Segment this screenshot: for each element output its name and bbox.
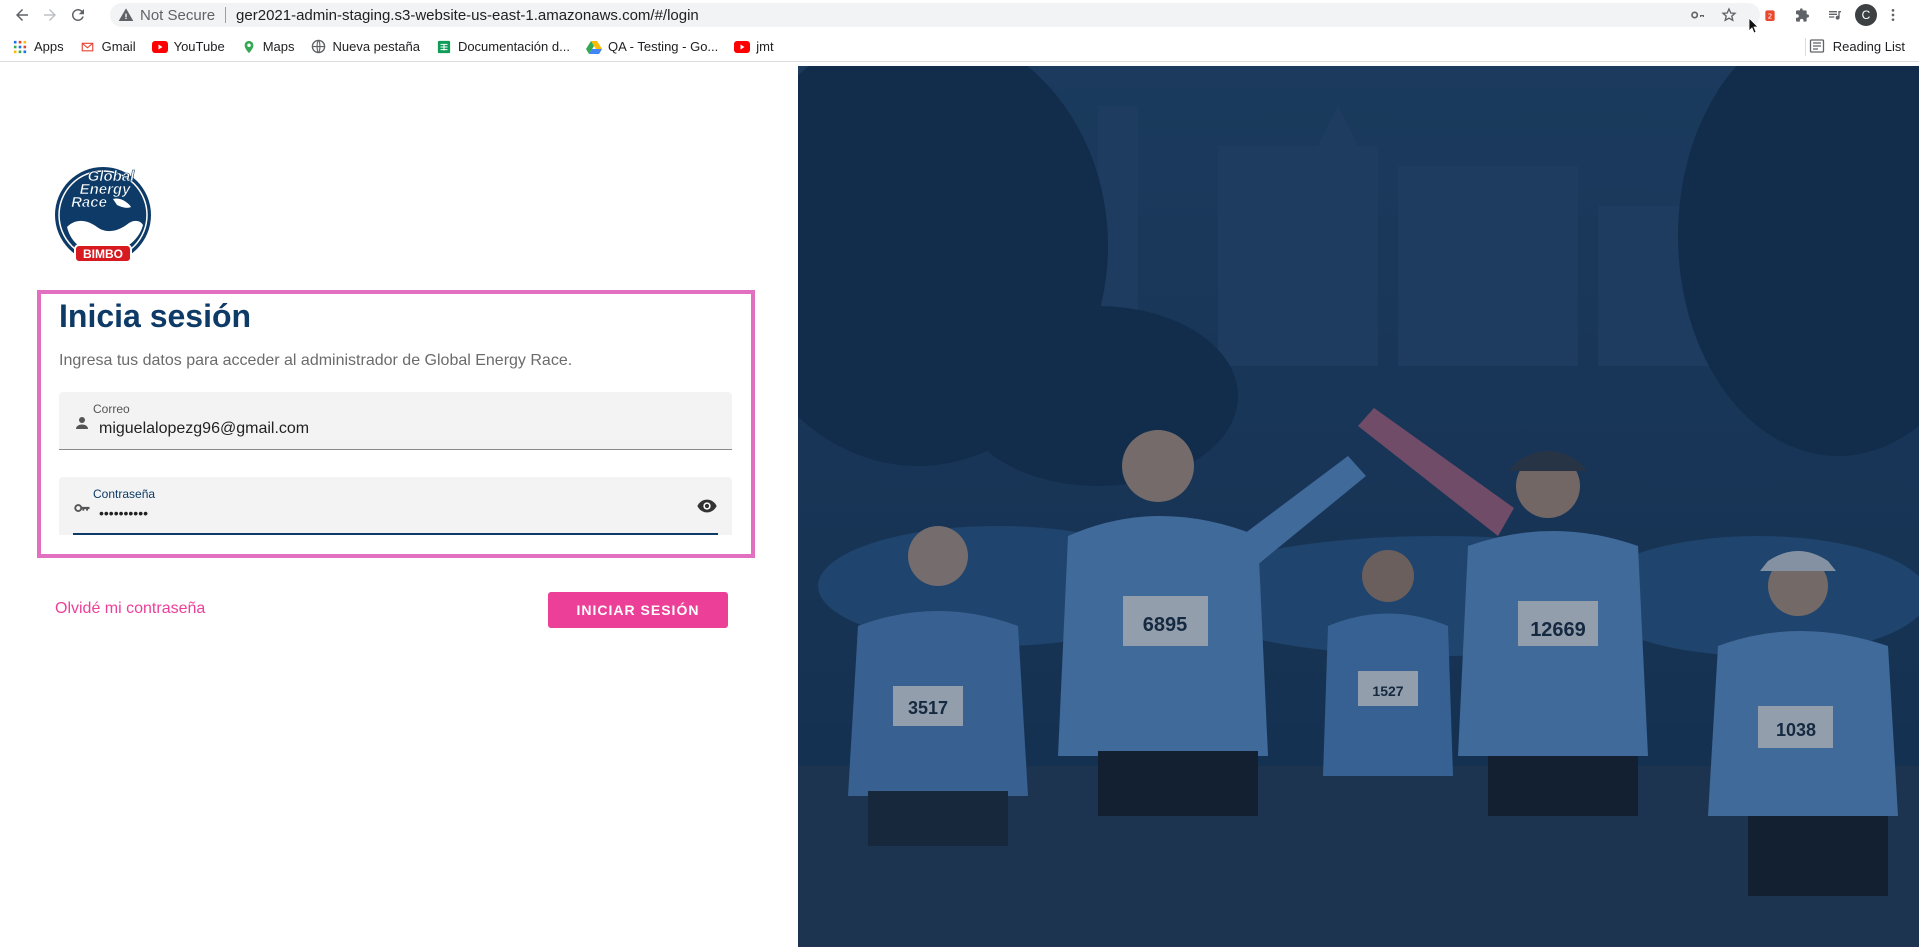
- security-label[interactable]: Not Secure: [140, 7, 215, 24]
- password-label: Contraseña: [93, 487, 156, 501]
- bookmark-apps[interactable]: Apps: [12, 39, 64, 55]
- global-energy-race-logo: Global Energy Race BIMBO: [55, 167, 151, 263]
- media-control-button[interactable]: [1824, 4, 1846, 26]
- person-icon: [76, 417, 88, 429]
- puzzle-icon: [1796, 8, 1809, 22]
- bookmark-label: jmt: [756, 39, 774, 54]
- reading-list-button[interactable]: Reading List: [1809, 38, 1905, 54]
- email-label: Correo: [93, 402, 130, 416]
- extension-button[interactable]: 2: [1759, 4, 1781, 26]
- password-field[interactable]: Contraseña ••••••••••: [59, 477, 732, 535]
- profile-avatar[interactable]: C: [1855, 4, 1877, 26]
- more-vert-icon: [1891, 9, 1895, 21]
- forward-button[interactable]: [36, 1, 64, 29]
- reload-icon: [71, 8, 84, 21]
- maps-pin-icon: [241, 39, 257, 55]
- sheets-icon: [436, 39, 452, 55]
- youtube-icon: [734, 39, 751, 55]
- page-viewport: Global Energy Race BIMBO Inicia sesión I…: [0, 66, 1919, 947]
- warning-triangle-icon: [118, 8, 134, 21]
- bookmark-label: Gmail: [101, 39, 136, 54]
- extension-badge-icon: 2: [1765, 10, 1775, 21]
- url-text[interactable]: ger2021-admin-staging.s3-website-us-east…: [236, 7, 699, 24]
- omnibox-divider: [225, 7, 227, 23]
- playlist-icon: [1829, 11, 1841, 20]
- back-button[interactable]: [8, 1, 36, 29]
- bookmark-gmail[interactable]: Gmail: [80, 39, 136, 55]
- youtube-icon: [151, 39, 168, 55]
- gmail-icon: [80, 39, 96, 55]
- show-password-eye-icon[interactable]: [696, 495, 718, 517]
- bookmark-label: YouTube: [173, 39, 225, 54]
- logo-text: Race: [71, 194, 107, 211]
- star-icon: [1721, 7, 1737, 22]
- reading-list-icon: [1809, 39, 1824, 53]
- login-submit-button[interactable]: INICIAR SESIÓN: [548, 592, 728, 628]
- bookmarks-divider: [1805, 38, 1806, 56]
- extensions-menu-button[interactable]: [1791, 4, 1813, 26]
- login-panel: Global Energy Race BIMBO Inicia sesión I…: [0, 66, 798, 947]
- drive-icon: [585, 39, 602, 55]
- login-form-highlight: Inicia sesión Ingresa tus datos para acc…: [37, 290, 755, 558]
- bookmark-label: QA - Testing - Go...: [607, 39, 719, 54]
- bookmark-label: Documentación d...: [457, 39, 570, 54]
- reading-list-label: Reading List: [1832, 38, 1905, 54]
- bookmark-nueva-pestana[interactable]: Nueva pestaña: [310, 39, 420, 55]
- bookmark-label: Nueva pestaña: [332, 39, 420, 54]
- bookmark-label: Maps: [262, 39, 295, 54]
- bookmark-star-button[interactable]: [1718, 4, 1740, 26]
- key-icon: [74, 504, 90, 512]
- address-bar[interactable]: Not Secure ger2021-admin-staging.s3-webs…: [110, 3, 1760, 27]
- back-arrow-icon: [16, 9, 28, 21]
- svg-text:2: 2: [1768, 11, 1773, 20]
- globe-icon: [310, 39, 326, 55]
- password-key-button[interactable]: [1687, 4, 1709, 26]
- apps-grid-icon: [12, 39, 28, 55]
- runners-photo-illustration: 6895 3517 1527 12669 1038: [798, 66, 1919, 947]
- bookmark-documentacion[interactable]: Documentación d...: [436, 39, 570, 55]
- password-value[interactable]: ••••••••••: [99, 505, 148, 521]
- logo-brand-text: BIMBO: [83, 247, 123, 261]
- page-title: Inicia sesión: [59, 298, 252, 334]
- bookmark-maps[interactable]: Maps: [241, 39, 295, 55]
- email-value[interactable]: miguelalopezg96@gmail.com: [99, 420, 309, 438]
- focus-underline: [73, 533, 718, 535]
- key-icon: [1691, 11, 1704, 19]
- reload-button[interactable]: [64, 1, 92, 29]
- hero-image: 6895 3517 1527 12669 1038: [798, 66, 1919, 947]
- browser-menu-button[interactable]: [1882, 4, 1904, 26]
- browser-toolbar: Not Secure ger2021-admin-staging.s3-webs…: [0, 0, 1919, 34]
- forward-arrow-icon: [44, 9, 56, 21]
- bookmark-jmt[interactable]: jmt: [734, 39, 774, 55]
- bookmark-label: Apps: [34, 39, 64, 54]
- forgot-password-link[interactable]: Olvidé mi contraseña: [55, 600, 205, 618]
- email-field[interactable]: Correo miguelalopezg96@gmail.com: [59, 392, 732, 450]
- bookmark-qa-testing[interactable]: QA - Testing - Go...: [585, 39, 719, 55]
- bookmarks-bar: Apps Gmail YouTube Maps Nueva pestaña Do…: [0, 32, 1919, 62]
- bookmark-youtube[interactable]: YouTube: [151, 39, 225, 55]
- page-subtitle: Ingresa tus datos para acceder al admini…: [59, 352, 573, 369]
